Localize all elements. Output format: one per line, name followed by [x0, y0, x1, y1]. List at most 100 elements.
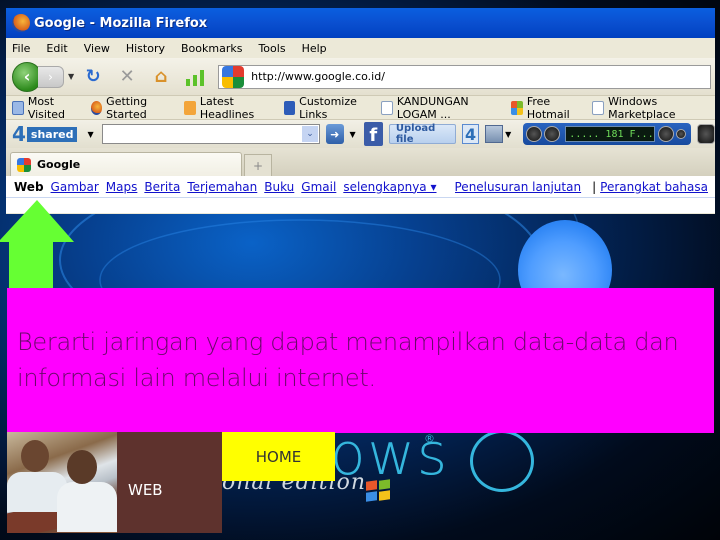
volume-icon[interactable] — [658, 126, 675, 142]
stop-button[interactable]: ✕ — [116, 66, 138, 88]
tab-google[interactable]: Google — [10, 152, 242, 176]
rss-icon — [184, 100, 196, 115]
bookmark-label: Free Hotmail — [526, 94, 570, 121]
stop-playback-icon[interactable] — [526, 126, 543, 142]
menu-edit[interactable]: Edit — [46, 42, 67, 55]
google-link-gmail[interactable]: Gmail — [301, 180, 336, 194]
player-display[interactable]: ..... 181 F... — [565, 126, 656, 142]
google-link-more[interactable]: selengkapnya ▾ — [343, 180, 436, 194]
students-photo — [7, 432, 117, 533]
url-bar[interactable]: http://www.google.co.id/ — [218, 64, 711, 89]
link-separator: | — [592, 179, 597, 194]
google-link-images[interactable]: Gambar — [51, 180, 99, 194]
bookmark-latest-headlines[interactable]: Latest Headlines — [184, 95, 275, 121]
firefox-window: Google - Mozilla Firefox File Edit View … — [6, 8, 715, 214]
menu-history[interactable]: History — [126, 42, 165, 55]
google-link-news[interactable]: Berita — [144, 180, 180, 194]
facebook-button[interactable]: f — [363, 122, 383, 146]
bookmark-label: KANDUNGAN LOGAM ... — [396, 94, 469, 121]
home-button-label: HOME — [255, 447, 302, 466]
4shared-toolbar: 4 shared ▼ ⌄ ➜ ▼ f Upload file 4 ▼ .....… — [6, 120, 715, 148]
facebook-icon: f — [369, 125, 378, 146]
4shared-search-input[interactable]: ⌄ — [101, 124, 321, 144]
signal-button[interactable] — [184, 66, 206, 88]
page-icon — [380, 100, 393, 115]
navigation-toolbar: ‹ › ▼ ↻ ✕ ⌂ http://www.google.co.id/ — [6, 58, 715, 96]
upload-file-button[interactable]: Upload file — [388, 123, 456, 145]
history-dropdown-icon[interactable]: ▼ — [68, 72, 74, 81]
toolbar-dropdown-icon[interactable]: ▼ — [350, 130, 356, 139]
4shared-logo-number: 4 — [12, 122, 26, 146]
forward-button[interactable]: › — [38, 65, 64, 88]
radio-player: ..... 181 F... — [523, 123, 692, 145]
bookmark-free-hotmail[interactable]: Free Hotmail — [511, 95, 584, 121]
window-title: Google - Mozilla Firefox — [34, 15, 208, 31]
definition-text: Berarti jaringan yang dapat menampilkan … — [17, 328, 679, 392]
menu-file[interactable]: File — [12, 42, 30, 55]
google-right-links: Penelusuran lanjutan | Perangkat bahasa — [455, 180, 716, 194]
menu-bar: File Edit View History Bookmarks Tools H… — [6, 38, 715, 58]
play-icon[interactable] — [544, 126, 561, 142]
google-link-advanced-search[interactable]: Penelusuran lanjutan — [455, 180, 582, 194]
most-visited-icon — [12, 100, 24, 115]
menu-view[interactable]: View — [84, 42, 110, 55]
tab-label: Google — [37, 158, 81, 171]
menu-help[interactable]: Help — [302, 42, 327, 55]
windows-flag-icon — [366, 479, 392, 503]
4shared-logo-word: shared — [26, 126, 78, 142]
bookmark-label: Windows Marketplace — [608, 94, 676, 121]
bookmark-label: Most Visited — [27, 94, 66, 121]
google-link-maps[interactable]: Maps — [106, 180, 138, 194]
google-link-language-tools[interactable]: Perangkat bahasa — [600, 180, 708, 194]
bookmark-label: Getting Started — [106, 94, 148, 121]
bookmark-label: Latest Headlines — [199, 94, 255, 121]
signal-bars-icon — [186, 69, 205, 86]
reload-icon: ↻ — [85, 66, 101, 87]
4shared-logo[interactable]: 4 shared — [12, 122, 78, 146]
firefox-icon — [90, 100, 103, 115]
page-content: Web Gambar Maps Berita Terjemahan Buku G… — [6, 176, 715, 213]
google-link-web[interactable]: Web — [14, 180, 44, 194]
web-tile-label: WEB — [128, 481, 163, 499]
web-tile[interactable]: WEB — [117, 432, 222, 533]
bookmark-kandungan-logam[interactable]: KANDUNGAN LOGAM ... — [380, 94, 503, 121]
forward-icon: › — [48, 69, 53, 84]
bookmark-getting-started[interactable]: Getting Started — [90, 94, 177, 121]
bookmark-label: Customize Links — [299, 94, 357, 121]
media-dropdown-icon[interactable]: ▼ — [505, 130, 511, 139]
new-tab-button[interactable]: + — [244, 154, 272, 176]
windows-icon — [511, 100, 523, 115]
back-icon: ‹ — [23, 67, 31, 86]
4shared-menu-dropdown-icon[interactable]: ▼ — [87, 130, 93, 139]
search-go-button[interactable]: ➜ — [326, 124, 344, 144]
home-icon: ⌂ — [154, 66, 168, 87]
google-link-books[interactable]: Buku — [264, 180, 294, 194]
bookmark-windows-marketplace[interactable]: Windows Marketplace — [592, 95, 707, 121]
firefox-icon — [12, 14, 30, 32]
arrow-right-icon: ➜ — [330, 127, 340, 141]
robot-icon[interactable] — [697, 124, 715, 144]
wallpaper-eight-logo — [470, 430, 534, 492]
menu-tools[interactable]: Tools — [258, 42, 285, 55]
bookmarks-toolbar: Most Visited Getting Started Latest Head… — [6, 94, 715, 121]
minus-icon[interactable] — [676, 129, 687, 139]
tab-bar: Google + — [6, 148, 715, 176]
google-favicon — [17, 157, 31, 172]
google-link-translate[interactable]: Terjemahan — [187, 180, 257, 194]
url-text[interactable]: http://www.google.co.id/ — [247, 70, 385, 83]
bookmark-customize-links[interactable]: Customize Links — [283, 94, 373, 121]
stop-icon: ✕ — [119, 66, 135, 87]
page-icon — [592, 100, 605, 115]
menu-bookmarks[interactable]: Bookmarks — [181, 42, 242, 55]
msn-icon — [283, 100, 296, 115]
green-up-arrow — [0, 200, 74, 292]
chevron-down-icon[interactable]: ⌄ — [302, 126, 319, 142]
home-button[interactable]: ⌂ — [150, 66, 172, 88]
plus-icon: + — [252, 158, 264, 173]
reload-button[interactable]: ↻ — [82, 66, 104, 88]
4shared-button[interactable]: 4 — [461, 124, 480, 144]
home-button[interactable]: HOME — [222, 432, 335, 481]
bookmark-most-visited[interactable]: Most Visited — [12, 95, 83, 121]
media-icon[interactable] — [485, 125, 504, 143]
title-bar: Google - Mozilla Firefox — [6, 8, 715, 38]
